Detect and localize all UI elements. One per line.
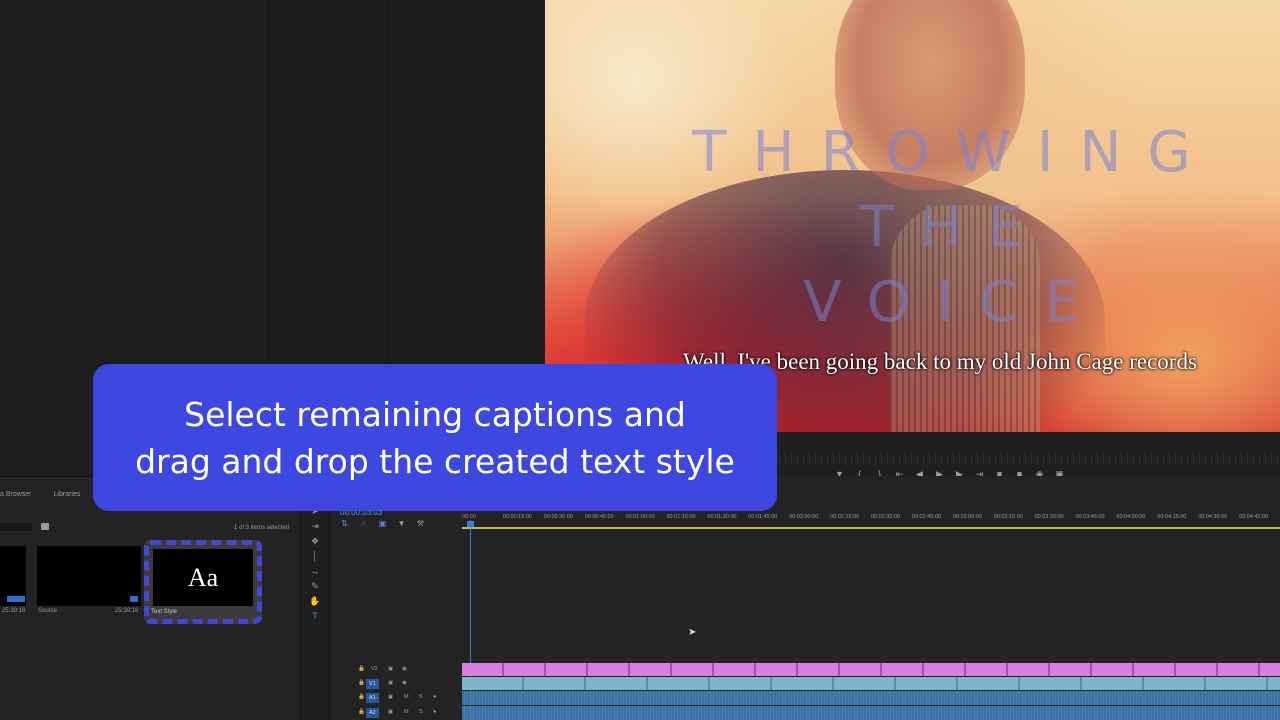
- track-label-a1[interactable]: A1: [366, 693, 379, 703]
- solo-button[interactable]: S: [419, 709, 423, 715]
- eye-icon[interactable]: ◉: [402, 666, 407, 672]
- slip-tool-icon[interactable]: ↔: [309, 566, 321, 577]
- ruler-tick-label: 00:04:30:00: [1198, 514, 1228, 520]
- audio-track-a1-clips[interactable]: [462, 691, 1280, 705]
- snap-icon[interactable]: ∩: [359, 519, 368, 528]
- track-label-v1[interactable]: V1: [366, 679, 379, 689]
- toggle-sync-icon[interactable]: ▣: [388, 694, 393, 700]
- video-title-line-3: VOICE: [803, 270, 1106, 335]
- timeline-tracks: [462, 663, 1280, 720]
- ruler-tick-label: 00:01:30:00: [707, 514, 737, 520]
- pen-tool-icon[interactable]: ✎: [309, 581, 321, 592]
- source-item-duration: 25:39:16: [115, 608, 139, 614]
- video-title-line-2: THE: [859, 195, 1050, 260]
- video-track-clips[interactable]: [462, 677, 1280, 690]
- new-bin-icon[interactable]: [41, 523, 49, 530]
- linked-selection-icon[interactable]: ▣: [378, 519, 387, 528]
- nest-icon[interactable]: ⇅: [340, 519, 349, 528]
- lock-icon[interactable]: 🔒: [358, 680, 365, 686]
- instruction-line-1: Select remaining captions and: [184, 394, 686, 434]
- ruler-tick-label: 00:04:15:00: [1157, 514, 1187, 520]
- track-header-v1: 🔒 V1 ▣ ◉: [330, 677, 462, 691]
- track-header-a2: 🔒 A2 ▣ M S ●: [330, 706, 462, 720]
- mouse-cursor-icon: ➤: [688, 627, 697, 638]
- lock-icon[interactable]: 🔒: [358, 694, 365, 700]
- project-search-input[interactable]: [0, 523, 32, 531]
- ruler-tick-label: 00:02:15:00: [830, 514, 860, 520]
- ruler-tick-label: 00:04:00:00: [1116, 514, 1146, 520]
- microphone-icon[interactable]: ●: [433, 694, 436, 700]
- toggle-sync-icon[interactable]: ▣: [388, 680, 393, 686]
- toggle-sync-icon[interactable]: ▣: [388, 709, 393, 715]
- lock-icon[interactable]: 🔒: [358, 709, 365, 715]
- instruction-line-2: drag and drop the created text style: [135, 441, 735, 481]
- ruler-tick-label: 00:01:00:00: [625, 514, 655, 520]
- ruler-tick-label: 00:03:15:00: [993, 514, 1023, 520]
- eye-icon[interactable]: ◉: [402, 680, 407, 686]
- tab-libraries[interactable]: Libraries: [54, 491, 81, 498]
- ruler-tick-label: 00:03:00:00: [952, 514, 982, 520]
- track-label-a2[interactable]: A2: [366, 708, 379, 718]
- toggle-sync-icon[interactable]: ▣: [388, 666, 393, 672]
- track-select-tool-icon[interactable]: ⇥: [309, 521, 321, 532]
- type-tool-icon[interactable]: T: [309, 611, 321, 622]
- timeline-panel: 00:00:03:03 ⇅ ∩ ▣ ▼ ⚒ 00:00 00:00:15:00 00…: [330, 476, 1280, 720]
- ruler-tick-label: 00:03:30:00: [1034, 514, 1064, 520]
- ruler-tick-label: 00:01:15:00: [666, 514, 696, 520]
- text-style-name: Text Style: [151, 609, 178, 615]
- wrench-icon[interactable]: ⚒: [416, 519, 425, 528]
- selection-count: 1 of 3 items selected: [234, 525, 290, 531]
- text-style-project-item[interactable]: Aa Text Style: [144, 540, 262, 624]
- ruler-tick-label: 00:00:15:00: [502, 514, 532, 520]
- ruler-tick-label: 00:01:45:00: [748, 514, 778, 520]
- lock-icon[interactable]: 🔒: [358, 666, 365, 672]
- text-style-thumbnail-text: Aa: [187, 562, 219, 592]
- track-headers: 🔒 V2 ▣ ◉ 🔒 V1 ▣ ◉ 🔒 A1 ▣ M S ● 🔒 A2 ▣ M …: [330, 663, 462, 720]
- hand-tool-icon[interactable]: ✋: [309, 596, 321, 607]
- video-title-line-1: THROWING: [692, 120, 1217, 185]
- sequence-badge-icon: [7, 596, 25, 602]
- microphone-icon[interactable]: ●: [433, 709, 436, 715]
- instruction-overlay: Select remaining captions and drag and d…: [93, 364, 777, 511]
- mute-button[interactable]: M: [404, 709, 409, 715]
- text-style-thumbnail[interactable]: Aa: [153, 549, 253, 606]
- track-header-a1: 🔒 A1 ▣ M S ●: [330, 691, 462, 705]
- source-item-name: Source: [38, 608, 58, 614]
- ruler-tick-label: 00:04:45:00: [1239, 514, 1269, 520]
- solo-button[interactable]: S: [419, 694, 423, 700]
- ruler-tick-label: 00:03:45:00: [1075, 514, 1105, 520]
- ruler-tick-label: 00:00:30:00: [543, 514, 573, 520]
- mute-button[interactable]: M: [404, 694, 409, 700]
- tools-panel: ➤ ⇥ ❖ │ ↔ ✎ ✋ T: [300, 476, 330, 720]
- timeline-ruler[interactable]: 00:00 00:00:15:00 00:00:30:00 00:00:45:00 00…: [462, 512, 1280, 529]
- track-header-v2: 🔒 V2 ▣ ◉: [330, 663, 462, 677]
- tab-media-browser[interactable]: a Browser: [0, 491, 32, 498]
- ruler-tick-label: 00:02:00:00: [789, 514, 819, 520]
- clip-badge-icon: [130, 596, 138, 602]
- playhead-handle[interactable]: [467, 521, 474, 527]
- caption-track-clips[interactable]: [462, 663, 1280, 676]
- audio-track-a2-clips[interactable]: [462, 706, 1280, 720]
- razor-tool-icon[interactable]: │: [309, 551, 321, 562]
- add-marker-icon[interactable]: ▼: [397, 519, 406, 528]
- ruler-tick-label: 00:02:45:00: [911, 514, 941, 520]
- source-item-thumbnail[interactable]: [37, 546, 141, 606]
- ripple-edit-tool-icon[interactable]: ❖: [309, 536, 321, 547]
- ruler-tick-label: 00:00:45:00: [584, 514, 614, 520]
- track-label-v2[interactable]: V2: [371, 666, 378, 672]
- project-item-duration: 25:39:16: [2, 608, 26, 614]
- ruler-tick-label: 00:02:30:00: [871, 514, 901, 520]
- ruler-tick-label: 00:00: [462, 514, 476, 520]
